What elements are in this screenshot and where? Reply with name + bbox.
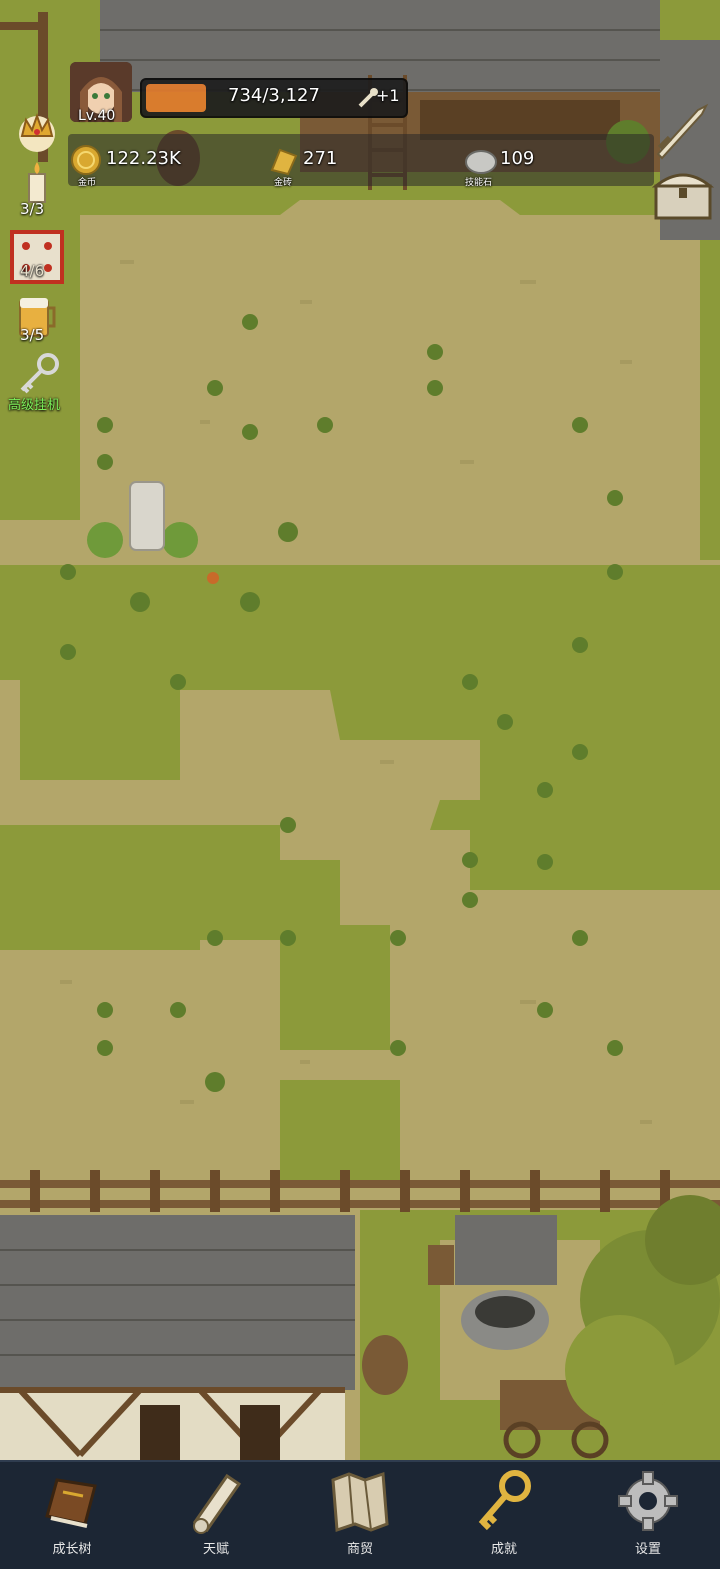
candle-count: 3/3 [20, 200, 45, 218]
bottom-nav: 成长树 天赋 商贸 成就 设置 [0, 1460, 720, 1569]
top-hud: Lv.40 734/3,127 +1 122.23K 金币 271 金砖 109… [0, 0, 720, 240]
beer-mug-button[interactable]: 3/5 [14, 294, 60, 350]
advanced-idle-button[interactable]: 高级挂机 [6, 352, 70, 416]
nav-trade-label: 商贸 [346, 1542, 373, 1557]
nav-talent-label: 天赋 [202, 1542, 229, 1557]
map-icon [331, 1471, 389, 1533]
advanced-idle-label: 高级挂机 [8, 398, 61, 413]
nav-growth-tree[interactable]: 成长树 [22, 1462, 122, 1569]
player-level: Lv.40 [78, 108, 116, 124]
gold-brick-value: 271 [303, 148, 338, 169]
crown-button[interactable] [12, 104, 62, 154]
candle-icon [28, 162, 46, 203]
gold-brick-label: 金砖 [274, 178, 293, 188]
nav-settings[interactable]: 设置 [598, 1462, 698, 1569]
nav-talent[interactable]: 天赋 [166, 1462, 266, 1569]
candle-button[interactable]: 3/3 [14, 160, 60, 220]
gear-icon [618, 1471, 678, 1531]
crown-icon [19, 113, 55, 152]
nav-achievement-label: 成就 [490, 1542, 517, 1557]
dice-count: 4/6 [20, 262, 45, 280]
treasure-chest-icon [651, 173, 715, 220]
skill-stone-label: 技能石 [465, 178, 493, 188]
key-icon [20, 353, 59, 394]
beer-mug-count: 3/5 [20, 326, 45, 344]
exp-text: 734/3,127 [228, 85, 320, 106]
nav-settings-label: 设置 [634, 1542, 661, 1557]
stamina-bonus: +1 [376, 86, 400, 105]
nav-trade[interactable]: 商贸 [310, 1462, 410, 1569]
scroll-icon [192, 1473, 242, 1534]
dice-button[interactable]: 4/6 [10, 230, 64, 284]
exp-bar-fill [146, 84, 206, 112]
gold-value: 122.23K [106, 148, 181, 169]
treasure-chest-button[interactable] [651, 164, 715, 222]
sword-icon [656, 103, 709, 160]
nav-growth-tree-label: 成长树 [52, 1542, 92, 1557]
book-icon [45, 1478, 97, 1528]
golden-key-icon [478, 1470, 531, 1531]
sword-button[interactable] [652, 100, 712, 160]
nav-achievement[interactable]: 成就 [454, 1462, 554, 1569]
skill-stone-value: 109 [500, 148, 535, 169]
gold-label: 金币 [78, 178, 97, 188]
